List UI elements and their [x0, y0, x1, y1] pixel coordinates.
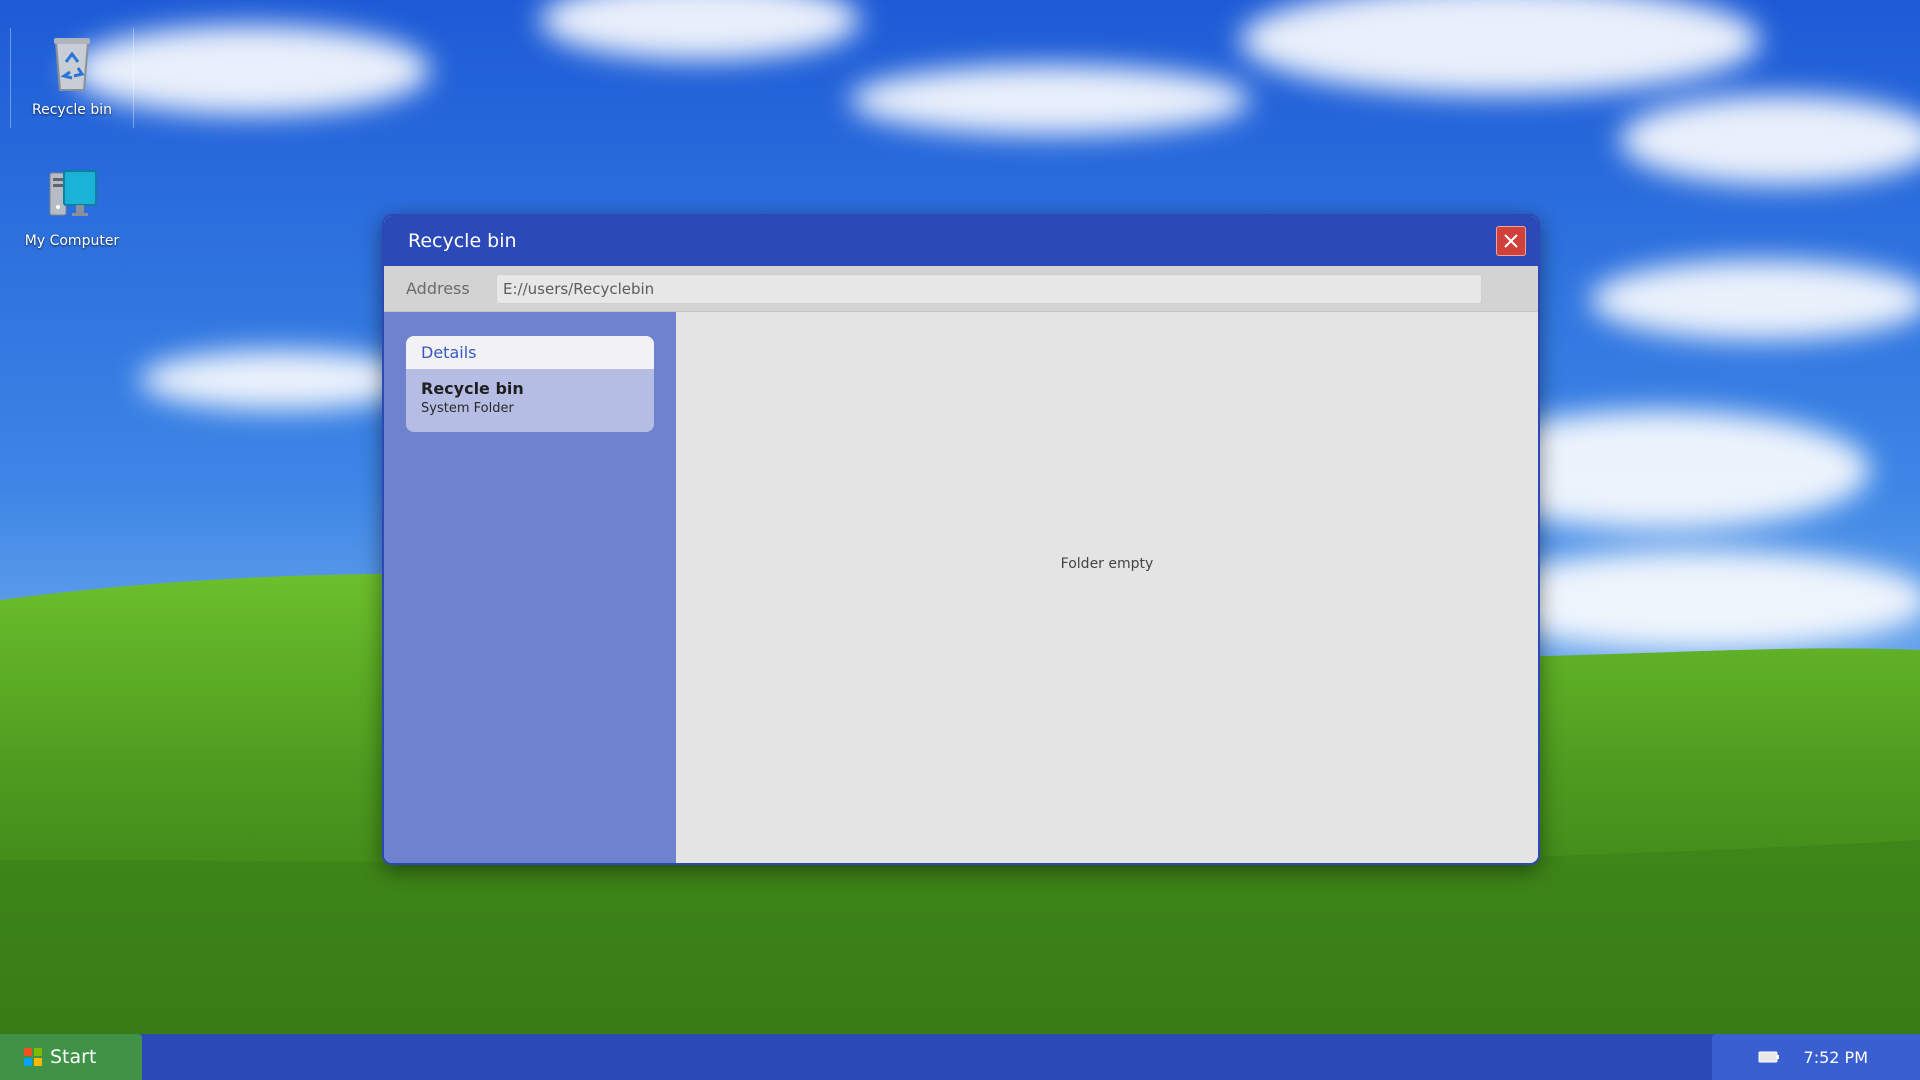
start-label: Start [50, 1046, 97, 1068]
address-label: Address [406, 279, 470, 298]
desktop-icon-recycle-bin[interactable]: Recycle bin [10, 28, 134, 128]
close-icon [1504, 234, 1518, 248]
details-body: Recycle bin System Folder [406, 369, 654, 432]
file-list-pane[interactable]: Folder empty [676, 312, 1538, 863]
details-folder-name: Recycle bin [421, 379, 524, 398]
desktop-icon-my-computer[interactable]: My Computer [10, 163, 134, 249]
taskbar: Start 7:52 PM [0, 1034, 1920, 1080]
details-folder-type: System Folder [421, 401, 514, 416]
details-panel: Details Recycle bin System Folder [406, 336, 654, 432]
start-button[interactable]: Start [0, 1034, 142, 1080]
recycle-bin-icon [40, 32, 104, 96]
system-tray: 7:52 PM [1712, 1034, 1920, 1080]
desktop-icon-label: My Computer [24, 233, 120, 249]
close-button[interactable] [1496, 226, 1526, 256]
clock[interactable]: 7:52 PM [1804, 1048, 1868, 1067]
computer-icon [40, 163, 104, 227]
empty-folder-message: Folder empty [1060, 556, 1154, 572]
window-titlebar[interactable]: Recycle bin [384, 216, 1538, 266]
windows-logo-icon [24, 1048, 42, 1066]
battery-icon[interactable] [1758, 1051, 1780, 1063]
details-header[interactable]: Details [406, 336, 654, 369]
explorer-window[interactable]: Recycle bin Address Details Recycle bin … [382, 214, 1540, 865]
address-input[interactable] [496, 273, 1482, 304]
window-content: Details Recycle bin System Folder Folder… [384, 312, 1538, 863]
desktop-icon-label: Recycle bin [32, 102, 112, 118]
sidebar: Details Recycle bin System Folder [384, 312, 676, 863]
window-title: Recycle bin [408, 230, 517, 252]
address-bar: Address [384, 266, 1538, 312]
